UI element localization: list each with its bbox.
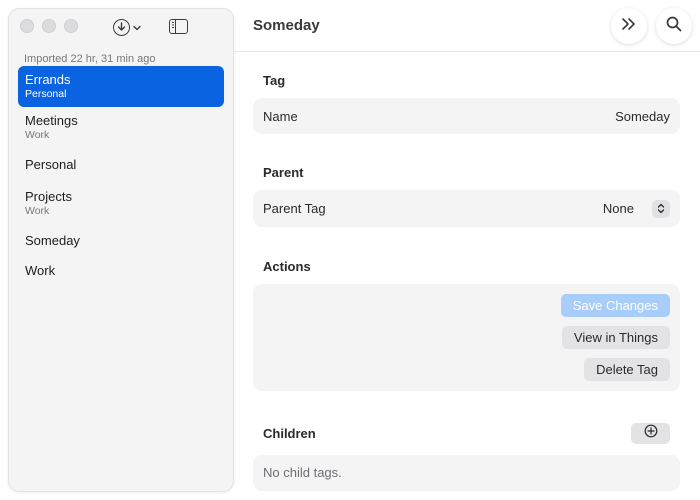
tag-name: Projects <box>25 189 72 204</box>
sidebar-item-meetings[interactable]: Meetings Work <box>18 107 224 148</box>
sidebar: Imported 22 hr, 31 min ago Errands Perso… <box>8 8 234 492</box>
actions-card: Save Changes View in Things Delete Tag <box>253 284 680 391</box>
plus-circle-icon <box>644 424 658 443</box>
parent-tag-value: None <box>602 201 634 216</box>
parent-tag-select[interactable]: None <box>602 199 670 218</box>
chevron-down-icon <box>133 18 141 36</box>
tag-list: Errands Personal Meetings Work Personal … <box>18 66 224 289</box>
no-children-text: No child tags. <box>263 465 342 480</box>
sidebar-item-projects[interactable]: Projects Work <box>18 183 224 224</box>
tag-name: Work <box>25 263 56 278</box>
tag-parent: Personal <box>25 88 67 100</box>
window-controls <box>20 19 78 33</box>
sidebar-toggle-icon[interactable] <box>169 19 188 34</box>
name-label: Name <box>263 108 298 124</box>
children-card: No child tags. <box>253 455 680 491</box>
parent-tag-label: Parent Tag <box>263 201 326 216</box>
tag-parent: Work <box>25 205 50 217</box>
import-menu-button[interactable] <box>113 17 141 37</box>
view-in-things-button[interactable]: View in Things <box>561 326 670 349</box>
minimize-window-button[interactable] <box>42 19 56 33</box>
tag-name: Errands <box>25 72 71 87</box>
save-changes-button[interactable]: Save Changes <box>560 294 670 317</box>
up-down-chevron-icon <box>652 199 670 218</box>
delete-tag-button[interactable]: Delete Tag <box>584 358 670 381</box>
zoom-window-button[interactable] <box>64 19 78 33</box>
expand-button[interactable] <box>611 8 647 44</box>
tag-name: Someday <box>25 233 80 248</box>
close-window-button[interactable] <box>20 19 34 33</box>
tag-name: Personal <box>25 157 77 172</box>
tag-parent: Work <box>25 129 50 141</box>
double-chevron-right-icon <box>620 17 638 36</box>
parent-section-heading: Parent <box>263 165 304 180</box>
children-section-heading: Children <box>263 426 316 441</box>
page-title: Someday <box>253 17 320 34</box>
actions-section-heading: Actions <box>263 259 311 274</box>
sidebar-item-work[interactable]: Work <box>18 259 224 289</box>
header-divider <box>234 51 700 52</box>
import-status: Imported 22 hr, 31 min ago <box>24 53 156 65</box>
name-value[interactable]: Someday <box>615 109 670 124</box>
add-child-button[interactable] <box>631 423 670 444</box>
sidebar-item-personal[interactable]: Personal <box>18 148 224 183</box>
tag-section-heading: Tag <box>263 73 286 88</box>
search-button[interactable] <box>656 8 692 44</box>
tag-name: Meetings <box>25 113 78 128</box>
parent-tag-row: Parent Tag None <box>253 190 680 227</box>
search-icon <box>666 16 682 37</box>
tag-name-row: Name Someday <box>253 98 680 134</box>
download-icon <box>113 18 130 36</box>
sidebar-item-errands[interactable]: Errands Personal <box>18 66 224 107</box>
sidebar-item-someday[interactable]: Someday <box>18 224 224 259</box>
